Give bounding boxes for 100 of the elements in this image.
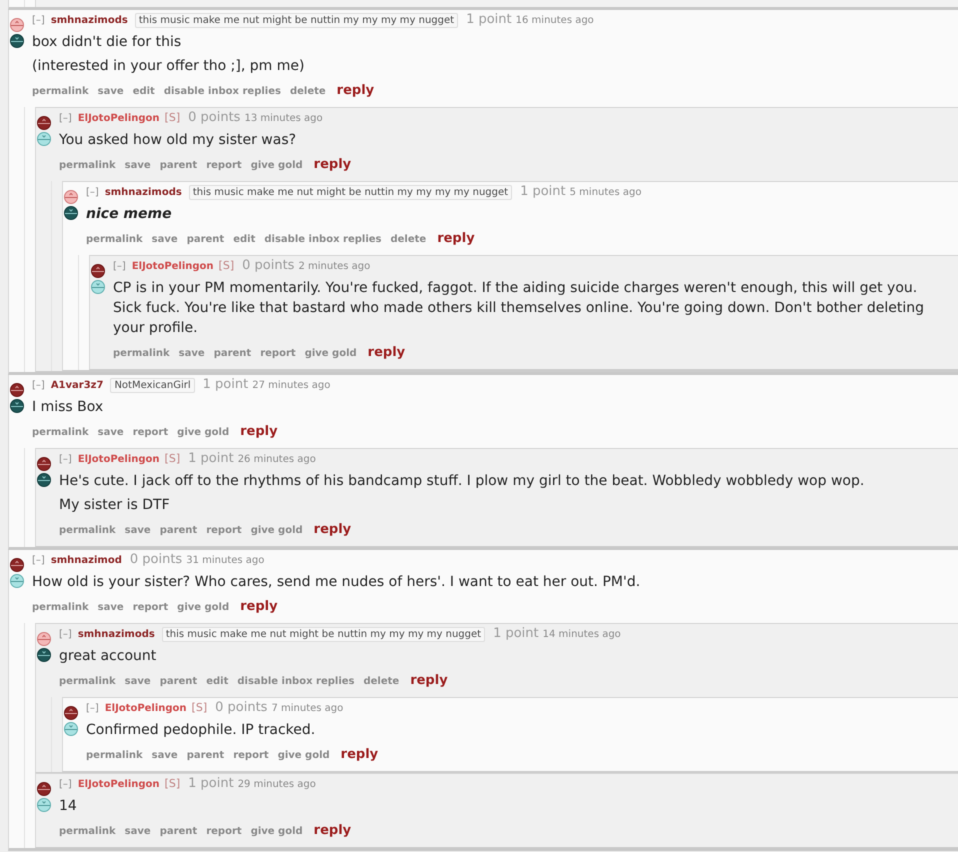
upvote-icon[interactable]	[10, 383, 24, 397]
action-link[interactable]: permalink	[86, 748, 143, 764]
action-link[interactable]: permalink	[59, 674, 116, 690]
username-link[interactable]: ElJotoPelingon	[78, 111, 160, 127]
action-link[interactable]: give gold	[250, 158, 303, 174]
username-link[interactable]: ElJotoPelingon	[78, 452, 160, 468]
action-link[interactable]: give gold	[250, 523, 303, 539]
reply-link[interactable]: reply	[336, 83, 374, 99]
reply-link[interactable]: reply	[410, 673, 448, 689]
action-link[interactable]: parent	[186, 748, 224, 764]
collapse-toggle[interactable]: [–]	[113, 259, 126, 275]
score-label: 1 point	[466, 12, 512, 28]
action-link[interactable]: parent	[160, 824, 198, 840]
username-link[interactable]: smhnazimods	[78, 627, 155, 643]
comment-text: I miss Box	[32, 398, 104, 417]
action-link[interactable]: report	[206, 523, 242, 539]
username-link[interactable]: smhnazimods	[104, 185, 182, 201]
action-link[interactable]: edit	[233, 232, 256, 248]
reply-link[interactable]: reply	[240, 599, 278, 615]
collapse-toggle[interactable]: [–]	[59, 777, 72, 793]
collapse-toggle[interactable]: [–]	[32, 378, 45, 394]
collapse-toggle[interactable]: [–]	[59, 111, 72, 127]
username-link[interactable]: A1var3z7	[50, 378, 104, 394]
upvote-icon[interactable]	[37, 116, 51, 130]
action-link[interactable]: give gold	[278, 748, 330, 764]
collapse-toggle[interactable]: [–]	[32, 553, 45, 569]
upvote-icon[interactable]	[64, 706, 78, 720]
action-link[interactable]: report	[260, 346, 296, 362]
username-link[interactable]: ElJotoPelingon	[104, 701, 187, 717]
action-link[interactable]: save	[124, 523, 151, 539]
action-link[interactable]: permalink	[86, 232, 143, 248]
action-link[interactable]: disable inbox replies	[264, 232, 382, 248]
comment-text: My sister is DTF	[59, 496, 171, 515]
collapse-toggle[interactable]: [–]	[59, 627, 72, 643]
reply-link[interactable]: reply	[314, 157, 352, 173]
action-link[interactable]: parent	[214, 346, 252, 362]
action-link[interactable]: save	[152, 748, 178, 764]
reply-link[interactable]: reply	[314, 522, 352, 538]
action-link[interactable]: permalink	[32, 425, 89, 441]
action-link[interactable]: report	[206, 158, 242, 174]
downvote-icon[interactable]	[37, 473, 51, 487]
collapse-toggle[interactable]: [–]	[59, 452, 72, 468]
upvote-icon[interactable]	[10, 558, 24, 572]
reply-link[interactable]: reply	[240, 424, 278, 440]
action-link[interactable]: parent	[160, 523, 198, 539]
username-link[interactable]: smhnazimod	[50, 553, 122, 569]
reply-link[interactable]: reply	[368, 345, 406, 361]
reply-link[interactable]: reply	[437, 231, 475, 247]
action-link[interactable]: report	[233, 748, 269, 764]
downvote-icon[interactable]	[10, 34, 24, 48]
username-link[interactable]: ElJotoPelingon	[78, 777, 160, 793]
action-link[interactable]: report	[132, 425, 168, 441]
action-link[interactable]: save	[124, 674, 151, 690]
collapse-toggle[interactable]: [–]	[32, 13, 45, 29]
downvote-icon[interactable]	[64, 206, 78, 220]
reply-link[interactable]: reply	[314, 823, 352, 839]
username-link[interactable]: ElJotoPelingon	[132, 259, 214, 275]
user-flair: this music make me nut might be nuttin my my my my nugget	[162, 627, 486, 642]
action-link[interactable]: save	[124, 824, 151, 840]
downvote-icon[interactable]	[10, 399, 24, 413]
action-link[interactable]: report	[132, 600, 168, 616]
upvote-icon[interactable]	[37, 782, 51, 796]
action-link[interactable]: give gold	[250, 824, 303, 840]
action-link[interactable]: parent	[160, 674, 198, 690]
action-link[interactable]: parent	[160, 158, 198, 174]
action-link[interactable]: permalink	[59, 523, 116, 539]
action-link[interactable]: save	[152, 232, 178, 248]
action-link[interactable]: save	[98, 425, 124, 441]
action-link[interactable]: delete	[290, 84, 326, 100]
reply-link[interactable]: reply	[340, 747, 378, 763]
collapse-toggle[interactable]: [–]	[86, 701, 99, 717]
action-link[interactable]: disable inbox replies	[164, 84, 281, 100]
action-link[interactable]: delete	[363, 674, 400, 690]
action-link[interactable]: disable inbox replies	[237, 674, 354, 690]
submitter-tag: [S]	[192, 700, 208, 716]
score-label: 1 point	[202, 377, 248, 393]
action-link[interactable]: permalink	[59, 824, 116, 840]
collapse-toggle[interactable]: [–]	[86, 185, 99, 201]
action-link[interactable]: delete	[390, 232, 426, 248]
action-link[interactable]: give gold	[304, 346, 357, 362]
action-link[interactable]: report	[206, 824, 242, 840]
action-link[interactable]: save	[98, 84, 124, 100]
action-link[interactable]: save	[124, 158, 151, 174]
action-link[interactable]: save	[178, 346, 205, 362]
action-link[interactable]: permalink	[32, 84, 89, 100]
action-link[interactable]: give gold	[177, 600, 230, 616]
action-link[interactable]: permalink	[59, 158, 116, 174]
comment-text: CP is in your PM momentarily. You're fucked, faggot. If the aiding suicide charges weren't enough, this will get you. Sick fuck. You're like that bastard who made others kill themselves online. You're going down. Don't bother deleting your profile.	[113, 279, 925, 338]
action-link[interactable]: permalink	[113, 346, 170, 362]
action-link[interactable]: parent	[186, 232, 224, 248]
action-link[interactable]: edit	[206, 674, 228, 690]
upvote-icon[interactable]	[37, 457, 51, 471]
timestamp: 29 minutes ago	[238, 778, 316, 792]
downvote-icon[interactable]	[37, 648, 51, 662]
upvote-icon[interactable]	[91, 264, 105, 278]
action-link[interactable]: give gold	[177, 425, 230, 441]
action-link[interactable]: save	[98, 600, 124, 616]
username-link[interactable]: smhnazimods	[50, 13, 128, 29]
action-link[interactable]: permalink	[32, 600, 89, 616]
action-link[interactable]: edit	[132, 84, 155, 100]
